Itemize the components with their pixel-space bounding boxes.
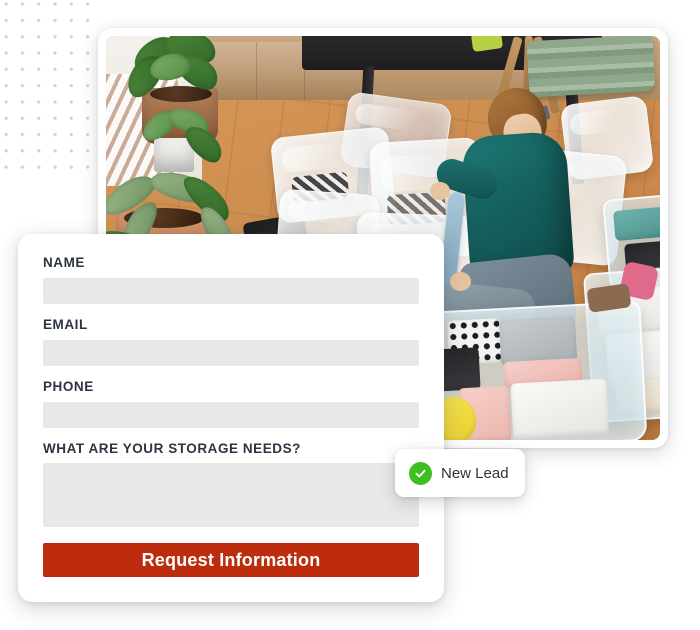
label-name: NAME — [43, 255, 85, 270]
form-field-email: EMAIL — [43, 316, 419, 366]
form-field-name: NAME — [43, 255, 419, 304]
clear-storage-bin — [434, 300, 648, 440]
email-input[interactable] — [43, 339, 419, 366]
label-phone: PHONE — [43, 378, 94, 394]
screen-root: NAME EMAIL PHONE WHAT ARE YOUR STORAGE N… — [0, 0, 700, 630]
form-field-phone: PHONE — [43, 378, 419, 428]
new-lead-toast[interactable]: New Lead — [395, 449, 525, 497]
phone-input[interactable] — [43, 401, 419, 428]
request-information-button[interactable]: Request Information — [43, 543, 419, 578]
form-field-storage-needs: WHAT ARE YOUR STORAGE NEEDS? — [43, 440, 419, 528]
woman-hand — [450, 272, 471, 291]
storage-needs-textarea[interactable] — [43, 463, 419, 528]
label-email: EMAIL — [43, 316, 88, 332]
label-storage-needs: WHAT ARE YOUR STORAGE NEEDS? — [43, 440, 301, 456]
woman-hand — [430, 182, 450, 200]
wall-panel — [256, 42, 304, 100]
new-lead-label: New Lead — [441, 464, 509, 482]
lead-capture-form: NAME EMAIL PHONE WHAT ARE YOUR STORAGE N… — [18, 234, 444, 602]
name-input[interactable] — [43, 277, 419, 304]
check-circle-icon — [409, 461, 432, 485]
folded-green-mats — [526, 36, 656, 98]
decorative-dot-grid — [0, 0, 92, 174]
